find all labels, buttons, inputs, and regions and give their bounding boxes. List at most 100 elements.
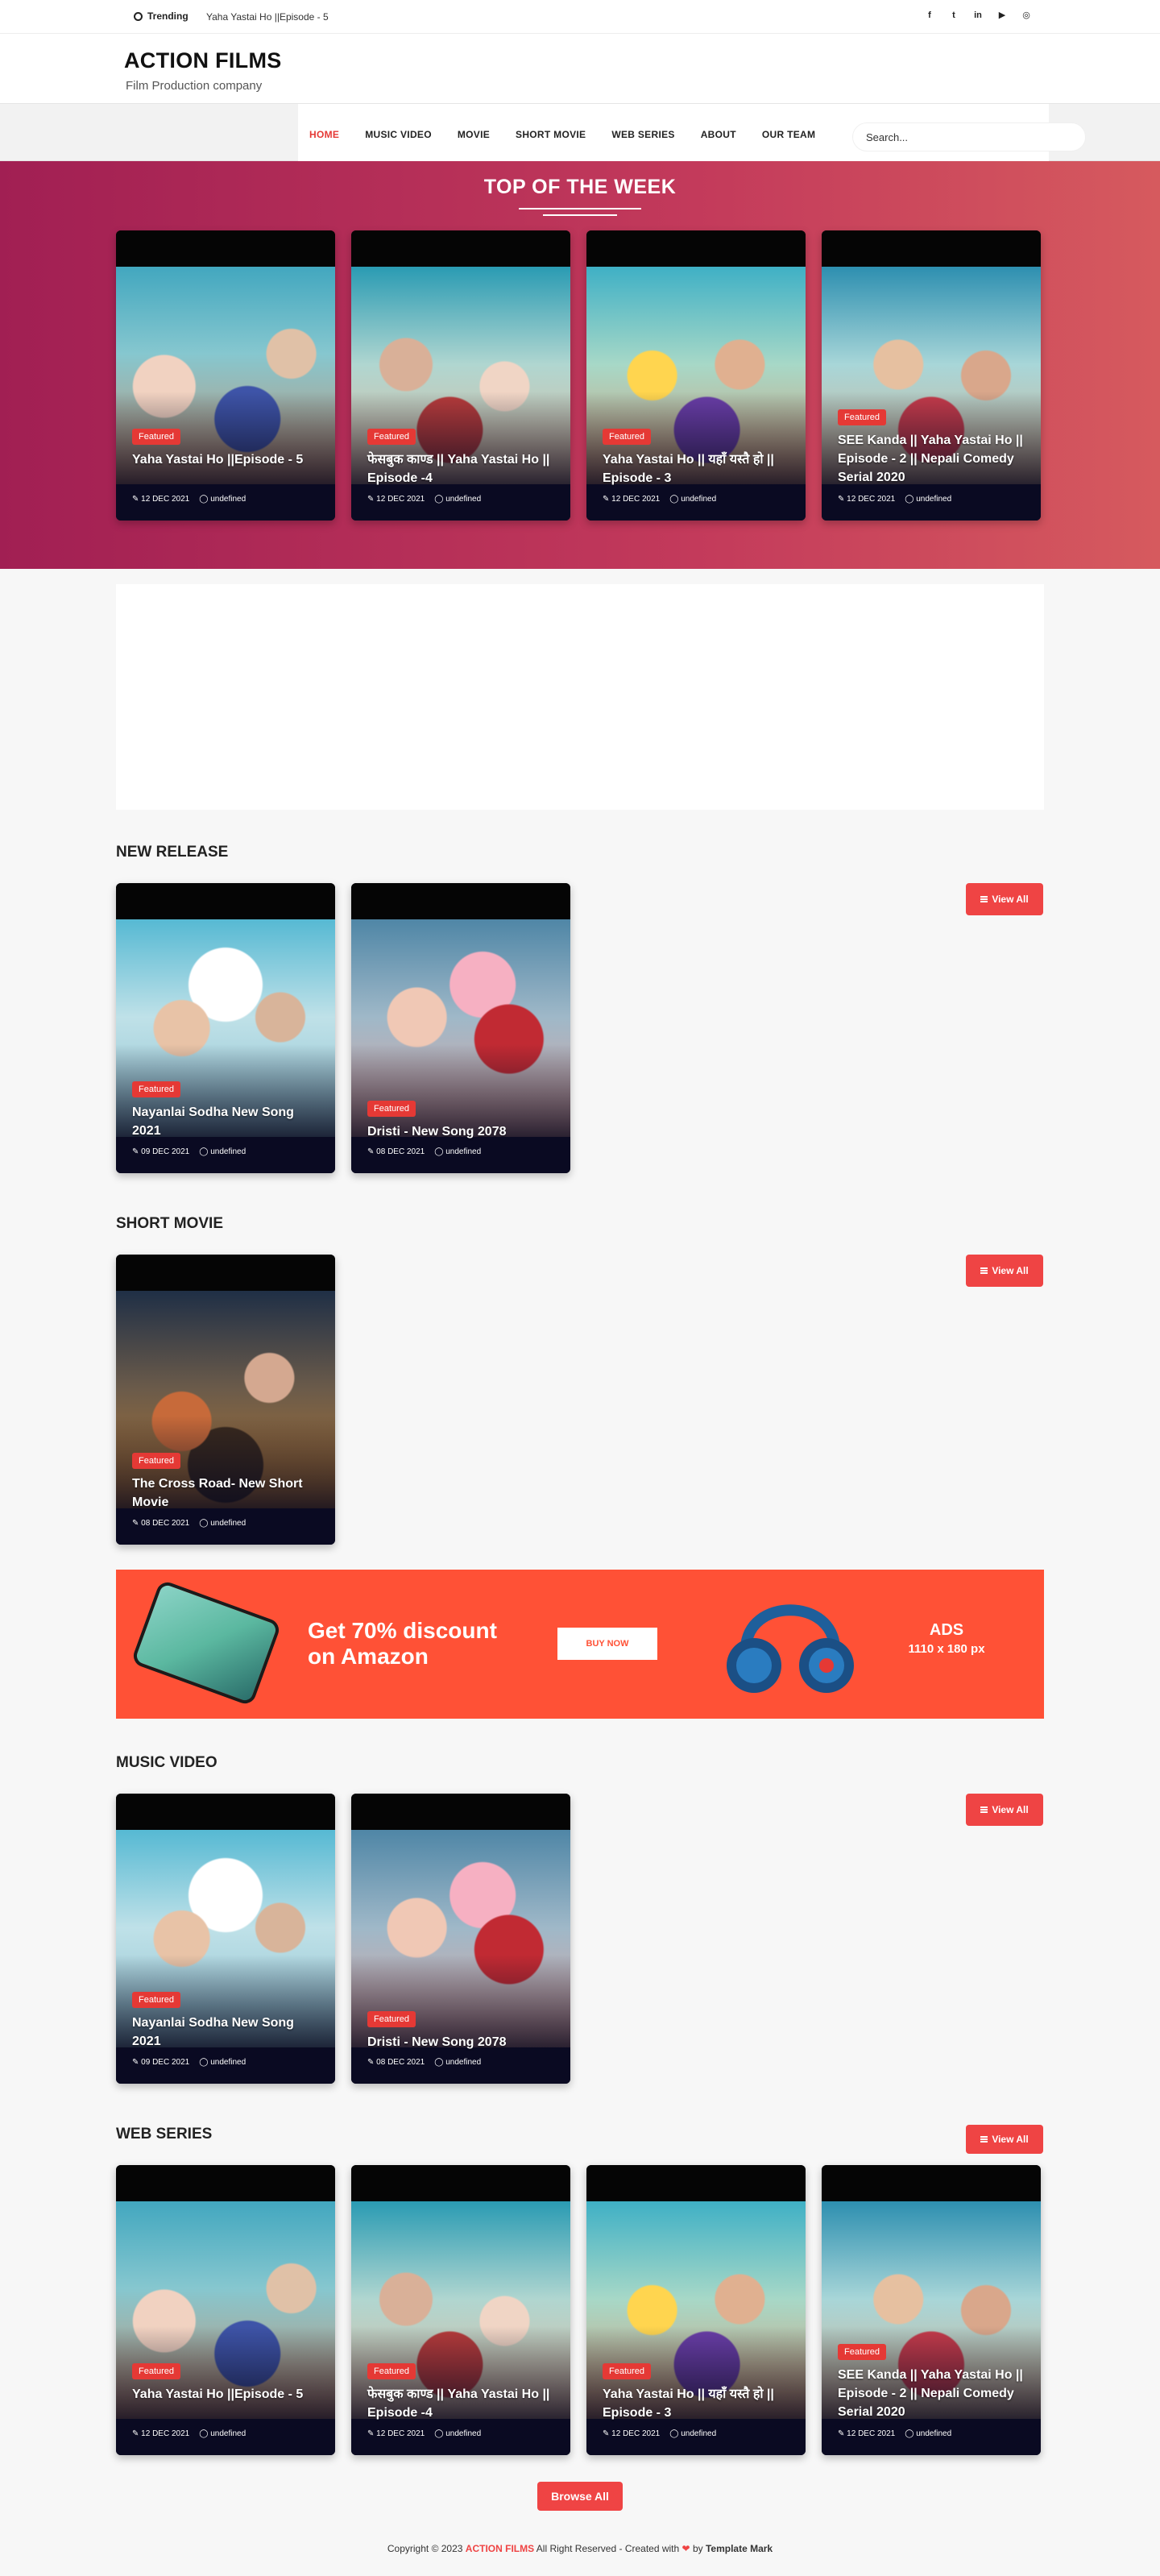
video-title[interactable]: The Cross Road- New Short Movie — [132, 1475, 325, 1512]
author-text: ◯ undefined — [669, 495, 717, 504]
featured-badge: Featured — [838, 409, 887, 425]
video-title[interactable]: Yaha Yastai Ho ||Episode - 5 — [132, 450, 325, 469]
comment-icon: ◯ — [434, 2058, 444, 2067]
phone-image — [130, 1578, 282, 1707]
video-title[interactable]: Nayanlai Sodha New Song 2021 — [132, 1103, 325, 1140]
video-title[interactable]: फेसबुक काण्ड || Yaha Yastai Ho || Episod… — [367, 2385, 561, 2422]
comment-icon: ◯ — [199, 495, 209, 504]
video-meta: ✎ 12 DEC 2021 ◯ undefined — [367, 495, 481, 504]
video-meta: ✎ 12 DEC 2021 ◯ undefined — [838, 2429, 951, 2438]
footer-brand-link[interactable]: ACTION FILMS — [466, 2543, 534, 2554]
video-card[interactable]: Featured Nayanlai Sodha New Song 2021 ✎ … — [116, 1794, 335, 2084]
author-text: ◯ undefined — [434, 2429, 482, 2438]
featured-badge: Featured — [132, 2363, 181, 2379]
date-text: ✎ 12 DEC 2021 — [132, 495, 190, 504]
search-input[interactable] — [852, 122, 1086, 151]
video-card[interactable]: Featured फेसबुक काण्ड || Yaha Yastai Ho … — [351, 2165, 570, 2455]
featured-badge: Featured — [132, 1081, 181, 1097]
video-title[interactable]: Dristi - New Song 2078 — [367, 1122, 561, 1141]
nav-movie[interactable]: MOVIE — [458, 129, 490, 140]
author-text: ◯ undefined — [905, 2429, 952, 2438]
date-text: ✎ 12 DEC 2021 — [132, 2429, 190, 2438]
video-title[interactable]: Dristi - New Song 2078 — [367, 2033, 561, 2051]
promo-banner[interactable]: Get 70% discount on Amazon BUY NOW ADS 1… — [116, 1570, 1044, 1719]
video-title[interactable]: फेसबुक काण्ड || Yaha Yastai Ho || Episod… — [367, 450, 561, 487]
view-all-button[interactable]: View All — [966, 1794, 1043, 1826]
footer-maker-link[interactable]: Template Mark — [706, 2543, 773, 2554]
video-card[interactable]: Featured Yaha Yastai Ho ||Episode - 5 ✎ … — [116, 230, 335, 521]
nav-web-series[interactable]: WEB SERIES — [611, 129, 674, 140]
video-title[interactable]: SEE Kanda || Yaha Yastai Ho || Episode -… — [838, 2366, 1031, 2421]
video-card[interactable]: Featured Dristi - New Song 2078 ✎ 08 DEC… — [351, 883, 570, 1173]
nav-short-movie[interactable]: SHORT MOVIE — [516, 129, 586, 140]
video-card[interactable]: Featured Dristi - New Song 2078 ✎ 08 DEC… — [351, 1794, 570, 2084]
video-meta: ✎ 12 DEC 2021 ◯ undefined — [603, 2429, 716, 2438]
youtube-icon[interactable]: ▶ — [997, 10, 1007, 21]
view-all-button[interactable]: View All — [966, 2125, 1043, 2154]
calendar-icon: ✎ — [132, 2058, 139, 2067]
browse-all-button[interactable]: Browse All — [537, 2482, 623, 2511]
video-meta: ✎ 12 DEC 2021 ◯ undefined — [132, 2429, 246, 2438]
video-meta: ✎ 08 DEC 2021 ◯ undefined — [367, 2058, 481, 2067]
list-icon — [980, 1267, 988, 1274]
video-title[interactable]: Yaha Yastai Ho || यहाँ यस्तै हो || Episo… — [603, 2385, 796, 2422]
calendar-icon: ✎ — [603, 495, 610, 504]
video-card[interactable]: Featured Yaha Yastai Ho ||Episode - 5 ✎ … — [116, 2165, 335, 2455]
featured-badge: Featured — [838, 2344, 887, 2360]
date-text: ✎ 08 DEC 2021 — [367, 1147, 425, 1156]
video-card[interactable]: Featured Yaha Yastai Ho || यहाँ यस्तै हो… — [586, 2165, 806, 2455]
calendar-icon: ✎ — [367, 495, 375, 504]
trending-label: Trending — [134, 10, 188, 22]
nav-our-team[interactable]: OUR TEAM — [762, 129, 815, 140]
video-card[interactable]: Featured SEE Kanda || Yaha Yastai Ho || … — [822, 2165, 1041, 2455]
view-all-button[interactable]: View All — [966, 883, 1043, 915]
date-text: ✎ 12 DEC 2021 — [367, 495, 425, 504]
section-title-short-movie: SHORT MOVIE — [116, 1215, 224, 1232]
video-meta: ✎ 08 DEC 2021 ◯ undefined — [132, 1519, 246, 1528]
author-text: ◯ undefined — [905, 495, 952, 504]
video-card[interactable]: Featured फेसबुक काण्ड || Yaha Yastai Ho … — [351, 230, 570, 521]
nav-music-video[interactable]: MUSIC VIDEO — [365, 129, 432, 140]
featured-badge: Featured — [367, 1101, 416, 1117]
video-title[interactable]: Yaha Yastai Ho || यहाँ यस्तै हो || Episo… — [603, 450, 796, 487]
ads-size: 1110 x 180 px — [908, 1642, 985, 1656]
title-divider-short — [543, 214, 617, 216]
section-title-new-release: NEW RELEASE — [116, 844, 229, 861]
list-icon — [980, 1807, 988, 1813]
video-title[interactable]: SEE Kanda || Yaha Yastai Ho || Episode -… — [838, 431, 1031, 487]
view-all-button[interactable]: View All — [966, 1255, 1043, 1287]
date-text: ✎ 12 DEC 2021 — [838, 2429, 896, 2438]
comment-icon: ◯ — [905, 495, 914, 504]
site-logo[interactable]: ACTION FILMS — [124, 48, 282, 73]
headphones-icon — [727, 1604, 854, 1693]
video-meta: ✎ 12 DEC 2021 ◯ undefined — [838, 495, 951, 504]
video-card[interactable]: Featured Yaha Yastai Ho || यहाँ यस्तै हो… — [586, 230, 806, 521]
linkedin-icon[interactable]: in — [973, 10, 983, 21]
buy-now-button[interactable]: BUY NOW — [557, 1628, 657, 1660]
twitter-icon[interactable]: t — [949, 10, 959, 21]
comment-icon: ◯ — [199, 1519, 209, 1528]
nav-home[interactable]: HOME — [309, 129, 339, 140]
date-text: ✎ 08 DEC 2021 — [132, 1519, 190, 1528]
comment-icon: ◯ — [199, 1147, 209, 1156]
featured-badge: Featured — [132, 1992, 181, 2008]
author-text: ◯ undefined — [434, 2058, 482, 2067]
video-title[interactable]: Yaha Yastai Ho ||Episode - 5 — [132, 2385, 325, 2404]
top-week-title: TOP OF THE WEEK — [483, 176, 677, 198]
facebook-icon[interactable]: f — [925, 10, 934, 21]
author-text: ◯ undefined — [434, 1147, 482, 1156]
comment-icon: ◯ — [434, 1147, 444, 1156]
footer-by-text: by — [692, 2543, 703, 2554]
heart-icon: ❤ — [682, 2543, 690, 2554]
instagram-icon[interactable]: ◎ — [1021, 10, 1031, 21]
video-card[interactable]: Featured Nayanlai Sodha New Song 2021 ✎ … — [116, 883, 335, 1173]
featured-badge: Featured — [367, 2363, 416, 2379]
trending-ticker[interactable]: Yaha Yastai Ho ||Episode - 5 — [206, 11, 329, 23]
calendar-icon: ✎ — [838, 2429, 845, 2438]
video-title[interactable]: Nayanlai Sodha New Song 2021 — [132, 2014, 325, 2051]
calendar-icon: ✎ — [367, 1147, 375, 1156]
date-text: ✎ 08 DEC 2021 — [367, 2058, 425, 2067]
video-card[interactable]: Featured The Cross Road- New Short Movie… — [116, 1255, 335, 1545]
video-card[interactable]: Featured SEE Kanda || Yaha Yastai Ho || … — [822, 230, 1041, 521]
nav-about[interactable]: ABOUT — [701, 129, 736, 140]
